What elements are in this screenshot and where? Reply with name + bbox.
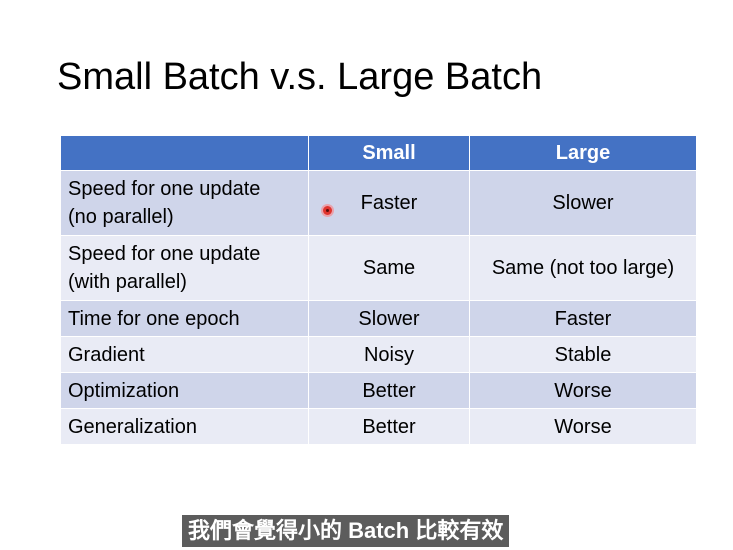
small-value: Slower	[308, 300, 470, 337]
laser-pointer-icon	[323, 206, 332, 215]
row-label: Speed for one update (with parallel)	[60, 235, 309, 301]
comparison-table: Small Large Speed for one update (no para…	[60, 135, 697, 445]
large-value: Same (not too large)	[469, 235, 697, 301]
small-value: Noisy	[308, 336, 470, 373]
small-value: Faster	[308, 170, 470, 236]
row-label: Time for one epoch	[60, 300, 309, 337]
header-cell-small: Small	[308, 135, 470, 171]
table-row: Optimization Better Worse	[60, 372, 697, 409]
row-label: Gradient	[60, 336, 309, 373]
large-value: Worse	[469, 372, 697, 409]
small-value: Better	[308, 372, 470, 409]
row-label: Generalization	[60, 408, 309, 445]
table-header-row: Small Large	[60, 135, 697, 171]
large-value: Worse	[469, 408, 697, 445]
slide-title: Small Batch v.s. Large Batch	[57, 56, 543, 98]
header-cell-large: Large	[469, 135, 697, 171]
table-row: Speed for one update (no parallel) Faster…	[60, 170, 697, 236]
small-value: Same	[308, 235, 470, 301]
table-row: Gradient Noisy Stable	[60, 336, 697, 373]
row-label-line: (no parallel)	[68, 206, 174, 228]
large-value: Slower	[469, 170, 697, 236]
row-label-line: Speed for one update	[68, 178, 261, 200]
large-value: Faster	[469, 300, 697, 337]
large-value: Stable	[469, 336, 697, 373]
table-row: Time for one epoch Slower Faster	[60, 300, 697, 337]
small-value: Better	[308, 408, 470, 445]
row-label-line: (with parallel)	[68, 271, 187, 293]
table-row: Speed for one update (with parallel) Same…	[60, 235, 697, 301]
row-label: Optimization	[60, 372, 309, 409]
row-label: Speed for one update (no parallel)	[60, 170, 309, 236]
header-cell-empty	[60, 135, 309, 171]
video-subtitle: 我們會覺得小的 Batch 比較有效	[182, 515, 510, 547]
table-row: Generalization Better Worse	[60, 408, 697, 445]
row-label-line: Speed for one update	[68, 243, 261, 265]
